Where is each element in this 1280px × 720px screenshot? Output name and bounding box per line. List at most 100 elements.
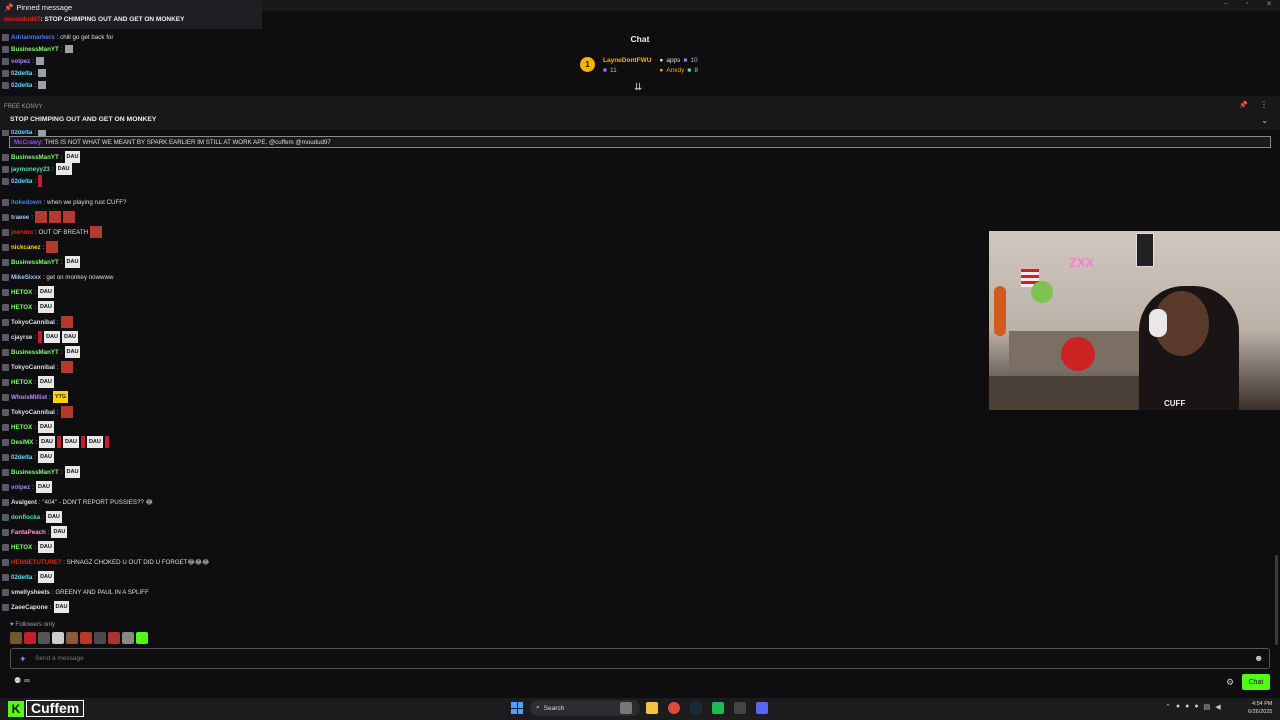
badge-icon[interactable] (136, 632, 148, 644)
emote-icon[interactable] (34, 211, 47, 223)
chat-username[interactable]: HETOX (11, 304, 32, 311)
taskbar-app-icon[interactable] (712, 702, 724, 714)
chat-username[interactable]: Avalgent (11, 499, 37, 506)
chat-username[interactable]: traeee (11, 214, 29, 221)
emote-icon[interactable] (60, 406, 73, 418)
tray-app-icon[interactable]: ● (1194, 703, 1198, 711)
chat-username[interactable]: TokyoCannibal (11, 409, 55, 416)
chat-username[interactable]: Adrianmarkers (11, 34, 55, 41)
chat-username[interactable]: joenmo (11, 229, 33, 236)
emote-icon[interactable]: DAU (51, 526, 68, 538)
close-icon[interactable]: ✕ (1266, 0, 1272, 8)
emote-icon[interactable]: DAU (39, 436, 56, 448)
chat-username[interactable]: smellysheets (11, 589, 50, 596)
emote-icon[interactable]: DAU (36, 481, 52, 493)
chat-username[interactable]: donflocka (11, 514, 40, 521)
emote-icon[interactable]: DAU (44, 331, 60, 343)
badge-icon[interactable] (10, 632, 22, 644)
infinity-icon[interactable]: ∞ (24, 676, 30, 685)
tray-app-icon[interactable]: ● (1176, 703, 1180, 711)
chat-username[interactable]: HENNETUTURE7 (11, 559, 61, 566)
gear-icon[interactable]: ⚙ (1226, 677, 1234, 688)
emote-icon[interactable] (38, 69, 47, 77)
leader-3-name[interactable]: Anxdy (666, 67, 684, 74)
expand-leaderboard-icon[interactable]: ⇊ (634, 82, 642, 93)
chat-username[interactable]: nickcanez (11, 244, 41, 251)
chevron-up-icon[interactable]: ⌃ (1165, 703, 1171, 711)
emote-icon[interactable]: DAU (53, 601, 70, 613)
share-icon[interactable]: ⚉ (14, 676, 21, 685)
leader-2-name[interactable]: apps (666, 57, 680, 64)
chat-username[interactable]: MikeSixxx (11, 274, 41, 281)
badge-icon[interactable] (66, 632, 78, 644)
steam-icon[interactable] (690, 702, 702, 714)
emote-icon[interactable] (80, 436, 85, 448)
chat-username[interactable]: 02delta (11, 574, 32, 581)
chat-username[interactable]: WhoisMillist (11, 394, 47, 401)
emote-icon[interactable]: DAU (38, 571, 54, 583)
badge-icon[interactable] (24, 632, 36, 644)
emote-icon[interactable] (36, 57, 44, 65)
chat-username[interactable]: HETOX (11, 544, 32, 551)
emote-icon[interactable]: DAU (37, 541, 54, 553)
chat-username[interactable]: 02delta (11, 70, 32, 77)
emote-icon[interactable]: DAU (64, 466, 81, 478)
chat-username[interactable]: volpez (11, 484, 30, 491)
emote-icon[interactable] (38, 331, 43, 343)
emote-icon[interactable]: DAU (37, 286, 54, 298)
chat-username[interactable]: ZaeeCapone (11, 604, 48, 611)
chat-username[interactable]: volpez (11, 58, 30, 65)
chat-username[interactable]: HETOX (11, 379, 32, 386)
emote-icon[interactable]: DAU (37, 301, 54, 313)
chat-username[interactable]: FantaPeach (11, 529, 46, 536)
discord-icon[interactable] (756, 702, 768, 714)
maximize-icon[interactable]: ▫ (1246, 0, 1248, 8)
emote-icon[interactable] (64, 45, 73, 53)
chat-username[interactable]: TokyoCannibal (11, 319, 55, 326)
emote-icon[interactable]: DAU (37, 376, 54, 388)
emote-icon[interactable] (60, 361, 73, 373)
emote-icon[interactable]: DAU (55, 163, 72, 175)
emote-icon[interactable] (46, 241, 59, 253)
emote-icon[interactable] (38, 81, 47, 89)
badge-icon[interactable] (38, 632, 50, 644)
windows-start-icon[interactable] (511, 702, 523, 714)
unpin-icon[interactable]: 📌 (1239, 101, 1248, 109)
chrome-icon[interactable] (668, 702, 680, 714)
emote-picker-icon[interactable]: ☻ (1254, 653, 1263, 663)
chat-username[interactable]: itokedown (11, 199, 42, 206)
chat-username[interactable]: HETOX (11, 424, 32, 431)
chat-username[interactable]: BusinessManYT (11, 259, 59, 266)
chat-tools[interactable]: ⚉ ∞ (14, 676, 30, 685)
pinned-banner[interactable]: FREE KONVY STOP CHIMPING OUT AND GET ON … (0, 96, 1280, 130)
send-chat-button[interactable]: Chat (1242, 674, 1270, 690)
leader-name[interactable]: LayneDontFWU (603, 57, 651, 64)
emote-icon[interactable]: DAU (64, 151, 81, 163)
emote-icon[interactable]: DAU (62, 331, 78, 343)
emote-icon[interactable] (60, 316, 73, 328)
taskbar-app-icon[interactable] (620, 702, 632, 714)
chat-username[interactable]: jaymoneyy23 (11, 166, 50, 173)
emote-icon[interactable]: YTG (52, 391, 69, 403)
system-tray[interactable]: ⌃ ● ● ● ▤ ◀ (1165, 703, 1221, 711)
bits-icon[interactable]: ✦ (19, 654, 27, 665)
highlighted-user[interactable]: McCrawy (14, 139, 41, 146)
emote-icon[interactable]: DAU (64, 256, 81, 268)
chat-username[interactable]: DesiMX (11, 439, 33, 446)
chat-username[interactable]: 02delta (11, 454, 32, 461)
badge-icon[interactable] (108, 632, 120, 644)
network-icon[interactable]: ▤ (1204, 703, 1211, 711)
chat-username[interactable]: HETOX (11, 289, 32, 296)
chat-username[interactable]: 02delta (11, 82, 32, 89)
leaderboard[interactable]: 1 LayneDontFWU ■ 11 ● apps ■ 10 ● Anxdy ■ 8 (580, 57, 698, 74)
chat-scrollbar[interactable] (1275, 555, 1278, 645)
chat-username[interactable]: BusinessManYT (11, 469, 59, 476)
chat-message-input[interactable] (10, 648, 1270, 669)
emote-icon[interactable]: DAU (37, 421, 54, 433)
badge-icon[interactable] (122, 632, 134, 644)
emote-icon[interactable] (90, 226, 103, 238)
chat-username[interactable]: BusinessManYT (11, 349, 59, 356)
emote-icon[interactable]: DAU (38, 451, 54, 463)
volume-icon[interactable]: ◀ (1215, 703, 1220, 711)
minimize-icon[interactable]: – (1224, 0, 1228, 8)
